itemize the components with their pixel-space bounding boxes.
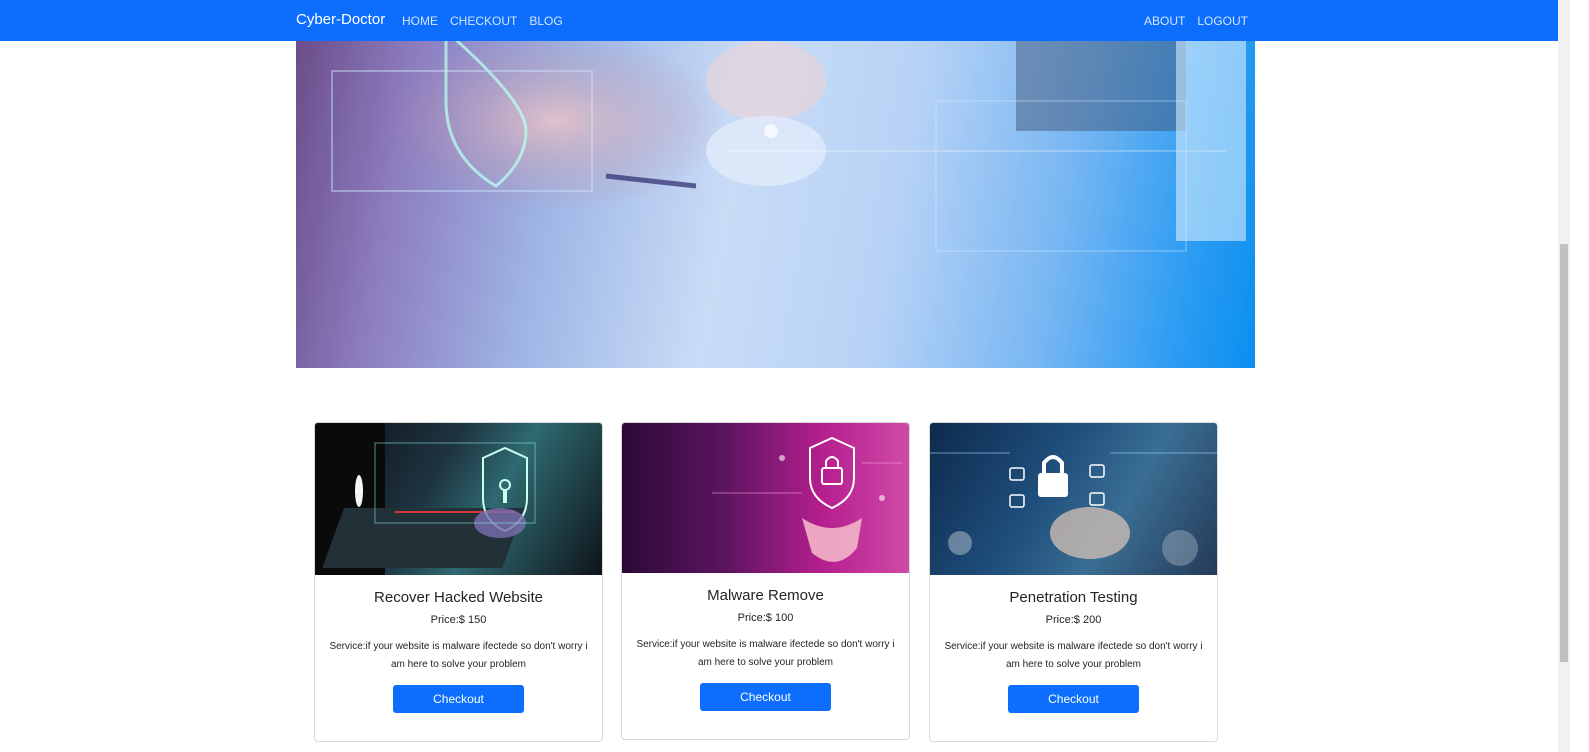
nav-left: HOME CHECKOUT BLOG xyxy=(402,14,563,28)
padlock-network-icon xyxy=(930,423,1217,575)
hero-banner-image xyxy=(296,41,1255,368)
nav-right: ABOUT LOGOUT xyxy=(1144,14,1248,28)
padlock-hand-icon xyxy=(622,423,909,573)
top-navbar: Cyber-Doctor HOME CHECKOUT BLOG ABOUT LO… xyxy=(0,0,1558,41)
checkout-button[interactable]: Checkout xyxy=(700,683,831,711)
card-price: Price:$ 150 xyxy=(430,614,487,626)
card-title: Malware Remove xyxy=(707,587,824,604)
card-description: Service:if your website is malware ifect… xyxy=(636,639,895,668)
service-card-malware: Malware Remove Price:$ 100 Service:if yo… xyxy=(621,422,910,740)
scrollbar-thumb[interactable] xyxy=(1560,244,1568,662)
nav-home-link[interactable]: HOME xyxy=(402,14,438,28)
nav-logout-link[interactable]: LOGOUT xyxy=(1197,14,1248,28)
checkout-button[interactable]: Checkout xyxy=(393,685,524,713)
service-card-recover: Recover Hacked Website Price:$ 150 Servi… xyxy=(314,422,603,742)
checkout-button[interactable]: Checkout xyxy=(1008,685,1139,713)
card-title: Penetration Testing xyxy=(1009,589,1138,606)
card-description: Service:if your website is malware ifect… xyxy=(944,641,1203,670)
hero-illustration xyxy=(331,41,1246,252)
service-card-pentest: Penetration Testing Price:$ 200 Service:… xyxy=(929,422,1218,742)
brand-link[interactable]: Cyber-Doctor xyxy=(296,11,385,28)
card-price: Price:$ 100 xyxy=(737,612,794,624)
card-description: Service:if your website is malware ifect… xyxy=(329,641,588,670)
nav-blog-link[interactable]: BLOG xyxy=(529,14,562,28)
nav-checkout-link[interactable]: CHECKOUT xyxy=(450,14,517,28)
shield-keyhole-laptop-icon xyxy=(315,423,602,575)
card-title: Recover Hacked Website xyxy=(374,589,543,606)
card-price: Price:$ 200 xyxy=(1045,614,1102,626)
nav-about-link[interactable]: ABOUT xyxy=(1144,14,1185,28)
